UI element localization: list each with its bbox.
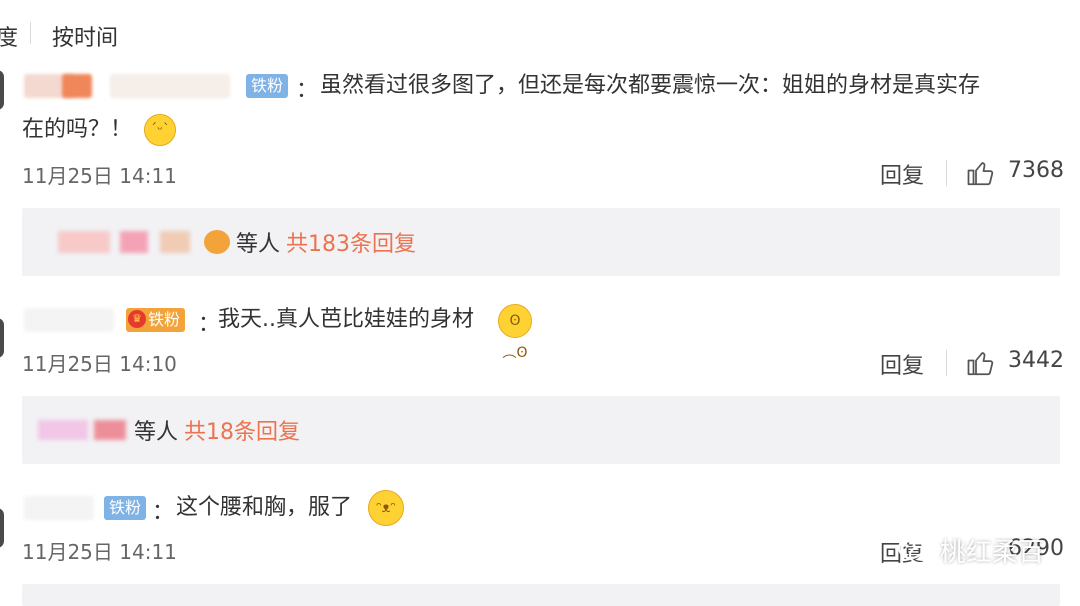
watermark-text: 桃红柔百 [939,538,1044,568]
username-blurred[interactable] [24,308,114,332]
username-blurred[interactable] [24,496,94,520]
username-blurred [38,420,88,440]
crown-icon [204,230,230,254]
colon: ： [296,78,319,103]
sweat-smile-emoji: ˊᵕˋ [144,114,176,146]
like-count: 3442 [1008,348,1064,373]
divider [946,350,947,376]
comment-timestamp: 11月25日 14:11 [22,540,177,564]
avatar[interactable] [0,318,4,358]
username-blurred [58,231,110,253]
username-blurred [94,420,126,440]
reply-button[interactable]: 回复 [880,348,924,380]
reply-count-link[interactable]: 共183条回复 [286,226,416,258]
crown-icon: ♛ [128,310,146,328]
reply-others-label: 等人 [236,232,281,257]
username-blurred [160,231,190,253]
wechat-icon [897,536,931,564]
fan-badge[interactable]: ♛ 铁粉 [126,308,186,332]
comment-timestamp: 11月25日 14:10 [22,352,177,376]
pleading-face-emoji: ʘ︵ʘ [498,304,532,361]
comment-timestamp: 11月25日 14:11 [22,164,177,188]
reply-button[interactable]: 回复 [880,158,924,190]
divider [946,160,947,186]
thumbs-up-icon[interactable] [966,348,996,378]
replies-preview[interactable]: 等人 共18条回复 [22,396,1060,464]
replies-preview[interactable] [22,584,1060,606]
colon: ： [198,312,221,337]
reply-others-label: 等人 [134,420,179,445]
watermark: 桃红柔百 [897,532,1044,569]
hugging-face-emoji: ᵔᴥᵔ [368,490,404,526]
fan-badge[interactable]: 铁粉 [104,496,147,520]
colon: ： [152,500,175,525]
avatar[interactable] [0,508,4,548]
comment-text: 这个腰和胸，服了 [176,495,353,520]
thumbs-up-icon[interactable] [966,158,996,188]
username-blurred [120,231,148,253]
comment-text: 我天..真人芭比娃娃的身材 [218,307,474,332]
reply-count-link[interactable]: 共18条回复 [184,414,300,446]
sort-by-time-tab[interactable]: 按时间 [52,20,118,52]
sort-by-hot-tab[interactable]: 度 [0,20,18,52]
fan-badge[interactable]: 铁粉 [246,74,289,98]
avatar[interactable] [0,70,4,110]
username-blurred [110,74,230,98]
comment-text-continued: 在的吗？！ [22,117,133,142]
comment-text: 虽然看过很多图了，但还是每次都要震惊一次：姐姐的身材是真实存 [320,73,981,98]
divider [30,22,31,44]
replies-preview[interactable]: 等人 共183条回复 [22,208,1060,276]
username-blurred [62,74,92,98]
like-count: 7368 [1008,158,1064,183]
